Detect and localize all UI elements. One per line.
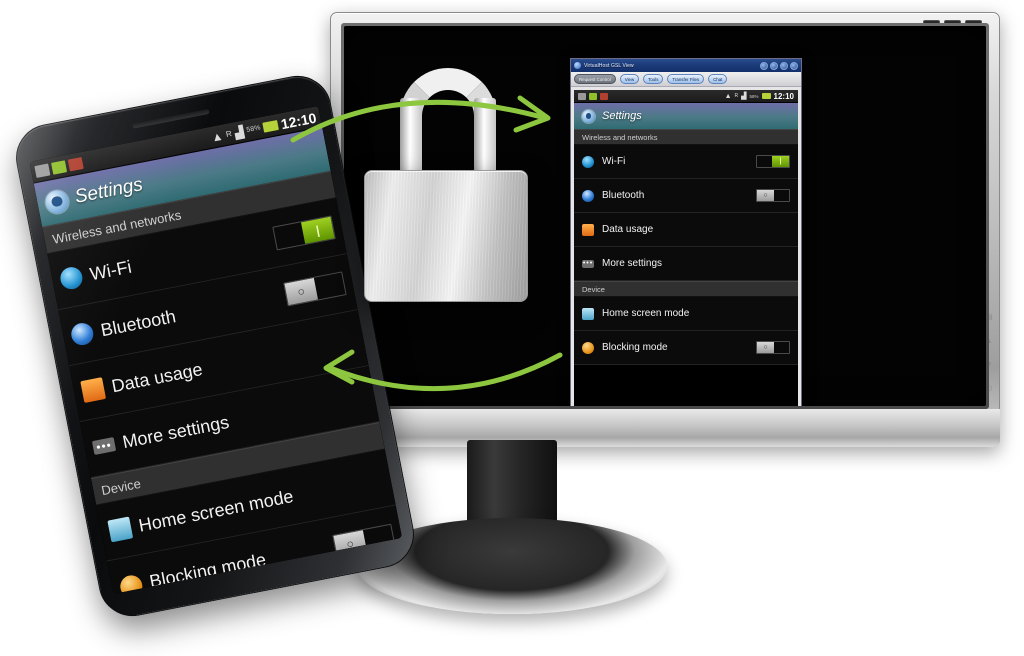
battery-icon [761,93,771,99]
blocking-mode-toggle[interactable]: ○ [756,341,790,354]
toggle-knob: ○ [757,190,774,201]
battery-percent-label: 58% [245,124,262,134]
row-label: Bluetooth [602,190,645,201]
more-icon: ••• [91,437,117,455]
battery-icon [262,119,280,133]
request-control-button[interactable]: Request Control [574,74,616,84]
row-wifi[interactable]: Wi-Fi | [574,145,798,179]
wifi-icon: ▲ [210,128,225,145]
battery-percent-label: 58% [749,93,759,99]
close-icon[interactable] [790,61,798,70]
padlock-body [364,170,528,302]
bluetooth-icon [582,189,594,202]
status-clock: 12:10 [279,109,318,132]
row-home-screen-mode[interactable]: Home screen mode [574,297,798,331]
screenshot-icon [34,163,51,178]
screenshot-icon [578,92,586,100]
settings-sync-icon [67,156,84,171]
row-more-settings[interactable]: ••• More settings [574,247,798,281]
remote-view-area: ▲ R ▟ 58% 12:10 Settings Wireless and ne… [571,87,801,406]
toggle-knob: | [300,216,335,244]
window-title: VirtualHost GSL View [584,62,634,69]
window-titlebar[interactable]: VirtualHost GSL View [571,59,801,72]
android-settings-screen-mirror[interactable]: ▲ R ▟ 58% 12:10 Settings Wireless and ne… [574,90,798,406]
minimize-icon[interactable] [760,61,768,70]
monitor-chin [330,409,1000,447]
row-blocking-mode[interactable]: Blocking mode ○ [574,331,798,365]
page-title: Settings [602,110,642,122]
page-title: Settings [73,174,145,208]
wifi-toggle[interactable]: | [756,155,790,168]
toggle-knob: ○ [757,342,774,353]
home-screen-icon [582,307,594,320]
gear-icon [582,109,595,123]
row-label: Data usage [602,224,654,235]
bluetooth-toggle[interactable]: ○ [756,189,790,202]
window-controls[interactable] [760,61,798,70]
section-header-wireless: Wireless and networks [574,129,798,145]
row-label: Blocking mode [602,342,668,353]
padlock [352,62,528,302]
home-screen-icon [107,516,134,543]
gear-icon [43,188,71,215]
bluetooth-icon [69,321,96,348]
scene: Eco VESA HDMI ▤ ▲ ▼ ⏻ VirtualHost GSL Vi… [0,0,1024,656]
remote-desktop-window[interactable]: VirtualHost GSL View Request Control Vie… [570,58,802,406]
wifi-icon: ▲ [724,92,732,100]
row-data-usage[interactable]: Data usage [574,213,798,247]
row-label: More settings [602,258,663,269]
tools-button[interactable]: Tools [643,74,664,84]
signal-icon: ▟ [741,93,747,100]
roaming-icon: R [225,128,233,139]
maximize-icon[interactable] [780,61,788,70]
row-label: Home screen mode [602,308,690,319]
more-icon: ••• [582,259,594,268]
window-toolbar[interactable]: Request Control View Tools Transfer File… [571,72,801,87]
row-bluetooth[interactable]: Bluetooth ○ [574,179,798,213]
blocking-mode-icon [582,341,594,354]
android-status-bar: ▲ R ▟ 58% 12:10 [574,90,798,103]
download-icon [50,159,67,175]
section-header-device: Device [574,281,798,297]
view-button[interactable]: View [619,74,640,84]
signal-icon: ▟ [233,124,246,140]
roaming-icon: R [734,93,739,99]
wifi-icon [58,265,85,292]
app-icon [574,62,581,69]
wifi-toggle[interactable]: | [272,215,336,251]
settings-sync-icon [600,92,608,100]
data-usage-icon [582,223,594,236]
status-clock: 12:10 [773,91,794,101]
download-icon [589,92,597,100]
row-label: Wi-Fi [602,156,626,167]
wifi-icon [582,155,594,168]
chat-button[interactable]: Chat [708,74,728,84]
restore-icon[interactable] [770,61,778,70]
section-label: Device [100,475,142,498]
settings-header: Settings [574,103,798,129]
data-usage-icon [80,377,107,403]
toggle-knob: ○ [284,277,319,306]
toggle-knob: | [772,156,789,167]
bluetooth-toggle[interactable]: ○ [283,271,347,307]
list-empty-area [574,365,798,406]
section-label: Wireless and networks [582,132,658,142]
transfer-files-button[interactable]: Transfer Files [667,74,705,84]
section-label: Device [582,284,605,294]
